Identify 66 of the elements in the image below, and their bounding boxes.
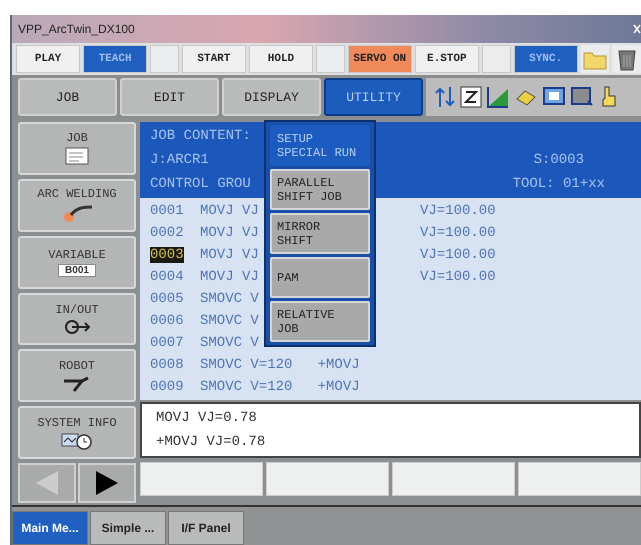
window-title: VPP_ArcTwin_DX100 (18, 22, 135, 36)
job-line-text: VJ=100.00 (420, 269, 496, 285)
input-line: MOVJ VJ=0.78 (156, 409, 258, 428)
side-menu-button[interactable]: ROBOT (18, 349, 136, 402)
line-number[interactable]: 0006 (150, 313, 184, 329)
taskbar-tab[interactable]: I/F Panel (168, 511, 244, 545)
variable-badge: B001 (58, 264, 96, 277)
header-text: J:ARCR1 (150, 151, 209, 170)
job-line-text: MOVJ VJ (200, 247, 259, 263)
menu-tab[interactable]: UTILITY (324, 78, 423, 116)
job-line-text: MOVJ VJ (200, 203, 259, 219)
taskbar-tab[interactable]: Main Me... (12, 511, 88, 545)
job-line-text: VJ=100.00 (420, 225, 496, 241)
line-number[interactable]: 0003 (150, 247, 184, 263)
job-line-text: SMOVC V=120 +MOVJ (200, 357, 360, 373)
menu-item[interactable]: PARALLEL SHIFT JOB (270, 169, 370, 210)
header-text: CONTROL GROU (150, 175, 251, 194)
menu-item[interactable]: RELATIVE JOB (270, 301, 370, 342)
line-number[interactable]: 0001 (150, 203, 184, 219)
menu-item[interactable]: SETUP SPECIAL RUN (270, 125, 370, 166)
job-line-text: SMOVC V (200, 335, 259, 351)
header-text: JOB CONTENT: (150, 127, 251, 146)
chart-clock-icon (61, 432, 93, 450)
job-line-text: VJ=100.00 (420, 203, 496, 219)
job-line-text: MOVJ VJ (200, 225, 259, 241)
menu-item[interactable]: PAM (270, 257, 370, 298)
side-menu-button[interactable]: JOB (18, 122, 136, 175)
line-number[interactable]: 0002 (150, 225, 184, 241)
status-button[interactable]: E.STOP (414, 45, 479, 73)
close-icon[interactable] (633, 24, 641, 34)
job-line-text: MOVJ VJ (200, 269, 259, 285)
menu-item[interactable]: MIRROR SHIFT (270, 213, 370, 254)
line-number[interactable]: 0004 (150, 269, 184, 285)
input-field[interactable]: MOVJ VJ=0.78 +MOVJ VJ=0.78 (140, 402, 641, 458)
status-button[interactable]: PLAY (16, 45, 80, 73)
side-menu-button[interactable]: VARIABLE B001 (18, 236, 136, 289)
document-icon (65, 147, 89, 166)
menu-tab[interactable]: EDIT (120, 78, 219, 116)
right-triangle-icon (94, 470, 120, 496)
input-line: +MOVJ VJ=0.78 (156, 433, 266, 452)
zigzag-icon[interactable] (460, 85, 482, 109)
job-line-text: SMOVC V (200, 291, 259, 307)
taskbar-tab[interactable]: Simple ... (90, 511, 166, 545)
line-number[interactable]: 0005 (150, 291, 184, 307)
menu-tab[interactable]: DISPLAY (222, 78, 321, 116)
plug-arrow-icon (63, 319, 91, 335)
side-menu-button[interactable]: ARC WELDING (18, 178, 136, 232)
status-button[interactable]: TEACH (83, 45, 148, 73)
status-button[interactable]: START (182, 45, 246, 73)
next-button[interactable] (78, 463, 136, 504)
job-line-text: SMOVC V (200, 313, 259, 329)
line-number[interactable]: 0007 (150, 335, 184, 351)
status-button[interactable]: SYNC. (514, 45, 578, 73)
line-number[interactable]: 0009 (150, 379, 184, 395)
menu-tab[interactable]: JOB (18, 78, 117, 116)
status-button[interactable]: HOLD (248, 45, 313, 73)
header-text: TOOL: 01+xx (512, 175, 605, 194)
line-number[interactable]: 0008 (150, 357, 184, 373)
status-button[interactable]: SERVO ON (348, 45, 412, 73)
job-line-text: SMOVC V=120 +MOVJ (200, 379, 360, 395)
welding-torch-icon (61, 203, 93, 224)
side-menu-button[interactable]: IN/OUT (18, 292, 136, 346)
job-line-text: VJ=100.00 (420, 247, 496, 263)
header-text: S:0003 (534, 151, 584, 170)
left-triangle-icon (34, 470, 60, 496)
side-menu-button[interactable]: SYSTEM INFO (18, 406, 136, 460)
